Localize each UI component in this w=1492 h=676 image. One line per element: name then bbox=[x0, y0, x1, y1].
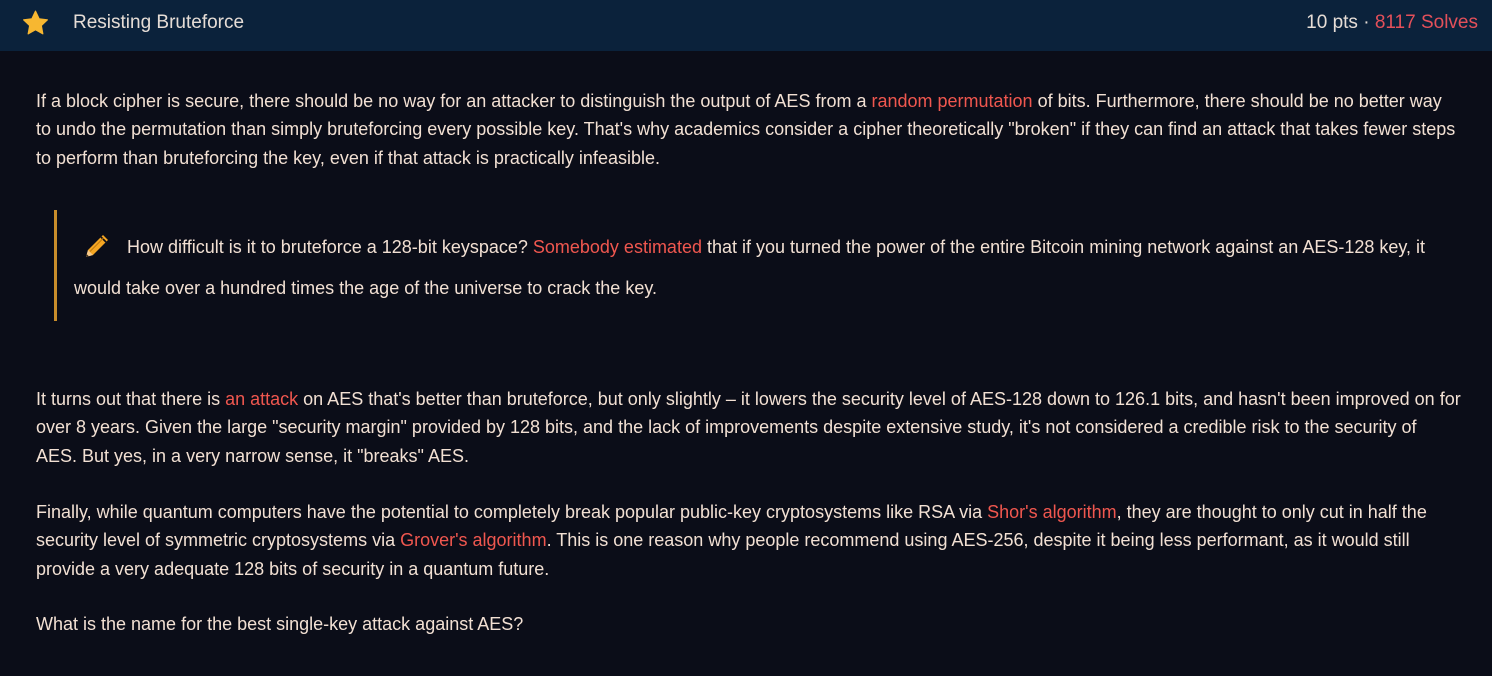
paragraph-quantum: Finally, while quantum computers have th… bbox=[36, 498, 1461, 583]
paragraph-text: Finally, while quantum computers have th… bbox=[36, 502, 988, 522]
paragraph-text: It turns out that there is bbox=[36, 389, 226, 409]
paragraph-text: If a block cipher is secure, there shoul… bbox=[36, 91, 872, 111]
note-text-part: How difficult is it to bruteforce a 128-… bbox=[127, 237, 533, 257]
star-icon[interactable] bbox=[21, 9, 50, 37]
random-permutation-link[interactable]: random permutation bbox=[871, 91, 1032, 111]
grovers-algorithm-link[interactable]: Grover's algorithm bbox=[400, 530, 546, 550]
paragraph-intro: If a block cipher is secure, there shoul… bbox=[36, 87, 1461, 172]
paragraph-attack: It turns out that there is an attack on … bbox=[36, 385, 1461, 470]
challenge-question: What is the name for the best single-key… bbox=[36, 614, 524, 634]
an-attack-link[interactable]: an attack bbox=[225, 389, 298, 409]
challenge-meta: 10 pts · 8117 Solves bbox=[1306, 11, 1478, 35]
challenge-header[interactable]: Resisting Bruteforce 10 pts · 8117 Solve… bbox=[0, 0, 1492, 51]
shors-algorithm-link[interactable]: Shor's algorithm bbox=[987, 502, 1117, 522]
note-text: How difficult is it to bruteforce a 128-… bbox=[74, 227, 1444, 309]
meta-separator: · bbox=[1357, 12, 1375, 33]
somebody-estimated-link[interactable]: Somebody estimated bbox=[533, 237, 702, 257]
challenge-title: Resisting Bruteforce bbox=[73, 12, 245, 33]
note-callout: How difficult is it to bruteforce a 128-… bbox=[54, 210, 1444, 321]
solves-count: 8117 Solves bbox=[1374, 12, 1478, 33]
points-label: 10 pts bbox=[1306, 12, 1358, 33]
